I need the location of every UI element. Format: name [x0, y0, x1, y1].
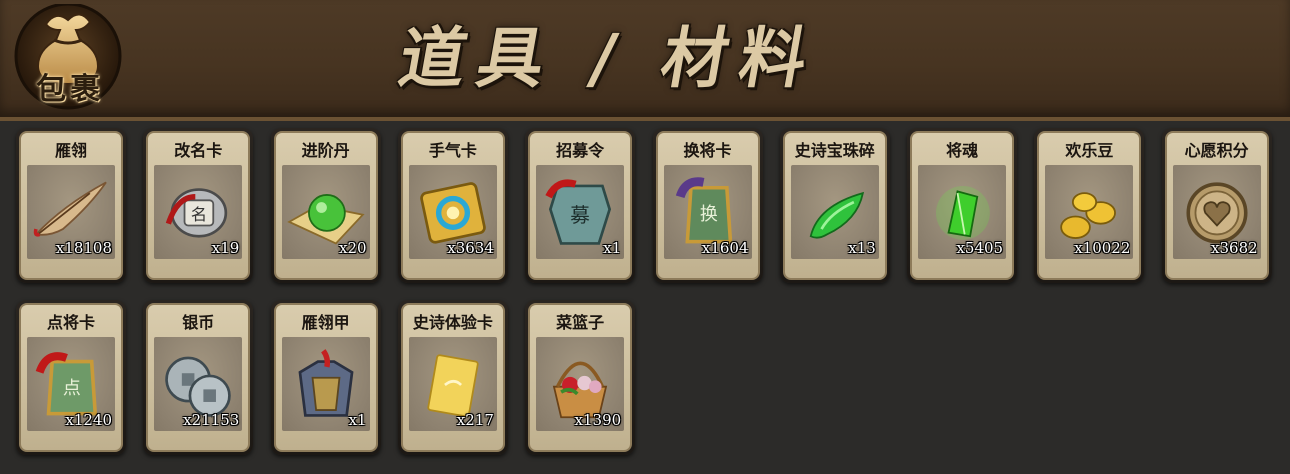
item-card[interactable]: 手气卡 x3634 [397, 128, 508, 283]
item-icon-well: 点 x1240 [27, 337, 115, 431]
item-count: x18108 [55, 239, 112, 257]
item-name: 手气卡 [428, 141, 477, 160]
item-card[interactable]: 改名卡 名 x19 [143, 128, 254, 283]
item-card-frame: 菜篮子 x1390 [528, 303, 633, 452]
item-icon-well: x1390 [536, 337, 625, 431]
item-name: 雁翎甲 [301, 313, 350, 332]
item-name: 史诗体验卡 [412, 313, 493, 332]
svg-text:换: 换 [699, 204, 717, 225]
item-icon-well: x3682 [1172, 165, 1261, 259]
item-card[interactable]: 雁翎甲 x1 [270, 300, 381, 455]
item-card-frame: 改名卡 名 x19 [146, 131, 251, 280]
item-name: 点将卡 [46, 313, 95, 332]
item-card-frame: 点将卡 点 x1240 [19, 303, 123, 452]
item-count: x5405 [956, 239, 1004, 257]
item-name: 银币 [182, 313, 215, 332]
item-name: 菜篮子 [556, 313, 605, 332]
item-count: x3682 [1211, 239, 1258, 257]
item-icon-well: x21153 [154, 337, 243, 431]
item-icon-well: x13 [790, 165, 879, 259]
item-card-frame: 将魂 x5405 [910, 131, 1015, 280]
item-icon-well: 募 x1 [536, 165, 625, 259]
item-name: 改名卡 [174, 141, 223, 160]
item-name: 将魂 [946, 141, 979, 160]
item-card-frame: 雁翎甲 x1 [273, 303, 378, 452]
item-name: 换将卡 [683, 141, 732, 160]
item-card[interactable]: 史诗宝珠碎 x13 [779, 128, 890, 283]
item-count: x1240 [65, 411, 112, 429]
item-card-frame: 招募令 募 x1 [528, 131, 633, 280]
item-count: x217 [456, 411, 494, 429]
item-name: 欢乐豆 [1065, 141, 1114, 160]
bag-label: 包裹 [36, 72, 104, 107]
item-count: x1 [348, 411, 367, 429]
item-icon-well: x1 [281, 337, 370, 431]
item-card-frame: 银币 x21153 [146, 303, 251, 452]
item-card[interactable]: 史诗体验卡 x217 [397, 300, 508, 455]
item-icon-well: 名 x19 [154, 165, 243, 259]
item-card[interactable]: 雁翎 x18108 [16, 128, 126, 283]
item-count: x21153 [183, 411, 240, 429]
item-card[interactable]: 招募令 募 x1 [525, 128, 636, 283]
item-icon-well: x20 [281, 165, 370, 259]
item-card-frame: 换将卡 换 x1604 [655, 131, 760, 280]
item-card-frame: 心愿积分 x3682 [1164, 131, 1269, 280]
item-count: x1390 [574, 411, 622, 429]
item-icon-well: x3634 [408, 165, 497, 259]
item-icon-well: x217 [408, 337, 497, 431]
item-card[interactable]: 点将卡 点 x1240 [16, 300, 126, 455]
item-card-frame: 手气卡 x3634 [400, 131, 505, 280]
item-icon-well: x10022 [1045, 165, 1134, 259]
item-name: 雁翎 [54, 141, 87, 160]
item-card[interactable]: 菜篮子 x1390 [525, 300, 636, 455]
item-card[interactable]: 进阶丹 x20 [270, 128, 381, 283]
item-card-frame: 进阶丹 x20 [273, 131, 378, 280]
item-icon-well: 换 x1604 [663, 165, 752, 259]
item-card[interactable]: 欢乐豆 x10022 [1034, 128, 1145, 283]
item-name: 招募令 [556, 141, 605, 160]
item-count: x1 [603, 239, 622, 257]
page-title: 道具 / 材料 [393, 20, 825, 97]
item-icon-well: x18108 [27, 165, 115, 259]
item-count: x13 [848, 239, 876, 257]
svg-text:点: 点 [63, 378, 81, 399]
item-card[interactable]: 银币 x21153 [143, 300, 254, 455]
item-name: 进阶丹 [301, 141, 350, 160]
header-bar: 包裹 道具 / 材料 [0, 0, 1290, 121]
item-icon-well: x5405 [918, 165, 1007, 259]
svg-text:募: 募 [570, 204, 590, 227]
item-card[interactable]: 心愿积分 x3682 [1161, 128, 1272, 283]
item-name: 心愿积分 [1184, 141, 1249, 160]
item-count: x3634 [447, 239, 494, 257]
item-name: 史诗宝珠碎 [794, 141, 875, 160]
item-count: x1604 [701, 239, 749, 257]
item-card[interactable]: 换将卡 换 x1604 [652, 128, 763, 283]
item-card-frame: 史诗体验卡 x217 [400, 303, 505, 452]
svg-text:名: 名 [191, 205, 207, 224]
item-card-frame: 史诗宝珠碎 x13 [782, 131, 887, 280]
item-card-frame: 雁翎 x18108 [19, 131, 123, 280]
item-count: x10022 [1074, 239, 1131, 257]
item-count: x19 [211, 239, 240, 257]
item-card-frame: 欢乐豆 x10022 [1037, 131, 1142, 280]
item-count: x20 [339, 239, 367, 257]
item-card[interactable]: 将魂 x5405 [907, 128, 1018, 283]
